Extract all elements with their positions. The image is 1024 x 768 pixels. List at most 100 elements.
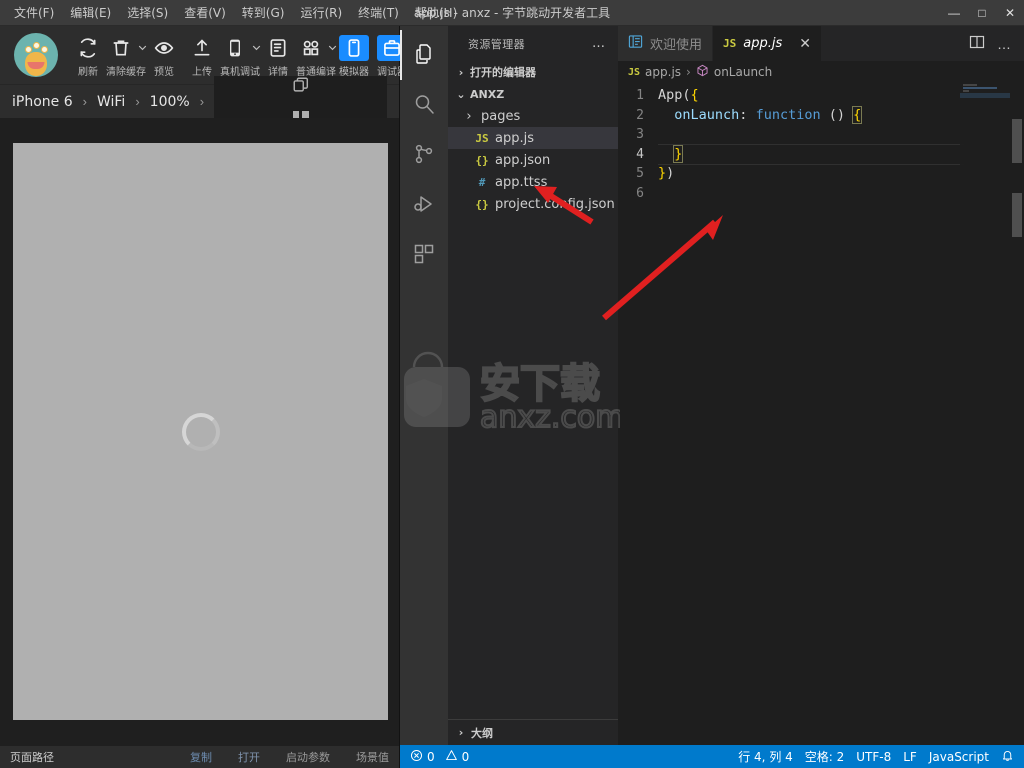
toolbar-upload-button[interactable]: 上传 bbox=[184, 31, 220, 79]
menu-goto[interactable]: 转到(G) bbox=[234, 1, 293, 24]
activitybar-explorer[interactable] bbox=[400, 30, 448, 80]
line-text: } bbox=[673, 144, 684, 163]
tree-item-label: pages bbox=[481, 108, 521, 124]
tree-item-project-config[interactable]: {} project.config.json bbox=[448, 193, 618, 215]
js-file-icon: JS bbox=[475, 131, 489, 145]
breadcrumb-symbol[interactable]: onLaunch bbox=[714, 65, 772, 79]
toolbar-compile-button[interactable]: 普通编译 bbox=[296, 31, 336, 79]
editor-pane: 资源管理器 … › 打开的编辑器 ⌄ ANXZ › pages JS app.j… bbox=[400, 26, 1024, 768]
chevron-right-icon: › bbox=[458, 726, 464, 739]
details-icon bbox=[268, 38, 288, 58]
menu-select[interactable]: 选择(S) bbox=[119, 1, 176, 24]
line-number: 3 bbox=[636, 127, 644, 142]
menu-help[interactable]: 帮助(H) bbox=[407, 1, 465, 24]
menu-view[interactable]: 查看(V) bbox=[176, 1, 234, 24]
launch-params-button[interactable]: 启动参数 bbox=[286, 749, 330, 765]
multi-window-icon[interactable] bbox=[292, 76, 310, 97]
toolbar-clear-cache-button[interactable]: 清除缓存 bbox=[106, 31, 146, 79]
tree-item-pages[interactable]: › pages bbox=[448, 105, 618, 127]
editor-container: 欢迎使用 JS app.js ✕ … JS app.js › onLaunch … bbox=[618, 26, 1024, 745]
vscode-row: 资源管理器 … › 打开的编辑器 ⌄ ANXZ › pages JS app.j… bbox=[400, 26, 1024, 745]
page-path-copy-button[interactable]: 复制 bbox=[190, 749, 212, 765]
toolbar-simulator-toggle[interactable]: 模拟器 bbox=[336, 31, 372, 79]
menu-run[interactable]: 运行(R) bbox=[292, 1, 350, 24]
line-number: 6 bbox=[636, 185, 644, 201]
outline-label: 大纲 bbox=[471, 726, 493, 740]
status-eol[interactable]: LF bbox=[899, 745, 921, 768]
chevron-right-icon: › bbox=[82, 94, 87, 109]
bell-icon bbox=[1001, 749, 1014, 765]
scene-value-button[interactable]: 场景值 bbox=[356, 749, 389, 765]
warning-icon bbox=[445, 749, 458, 765]
error-count: 0 bbox=[427, 749, 435, 764]
minimize-button[interactable]: — bbox=[940, 0, 968, 26]
project-root-section[interactable]: ⌄ ANXZ bbox=[448, 83, 618, 105]
status-language-mode[interactable]: JavaScript bbox=[925, 745, 993, 768]
split-editor-icon[interactable] bbox=[969, 34, 985, 53]
toolbar-preview-label: 预览 bbox=[154, 67, 174, 78]
activitybar-run-debug[interactable] bbox=[400, 180, 448, 230]
activitybar-extensions[interactable] bbox=[400, 230, 448, 280]
toolbar-upload-label: 上传 bbox=[192, 67, 212, 78]
editor-more-icon[interactable]: … bbox=[997, 36, 1012, 52]
breadcrumb-file[interactable]: app.js bbox=[645, 65, 681, 79]
menu-edit[interactable]: 编辑(E) bbox=[62, 1, 119, 24]
tree-item-app-ttss[interactable]: # app.ttss bbox=[448, 171, 618, 193]
editor-actions: … bbox=[957, 26, 1024, 61]
toolbar-refresh-label: 刷新 bbox=[78, 67, 98, 78]
editor-scrollbar[interactable] bbox=[1010, 83, 1024, 745]
toolbar-clear-cache-label: 清除缓存 bbox=[106, 67, 146, 78]
menu-bar: 文件(F) 编辑(E) 选择(S) 查看(V) 转到(G) 运行(R) 终端(T… bbox=[0, 1, 465, 24]
user-avatar[interactable] bbox=[14, 33, 58, 77]
minimap[interactable] bbox=[960, 83, 1010, 745]
open-editors-section[interactable]: › 打开的编辑器 bbox=[448, 61, 618, 83]
maximize-button[interactable]: □ bbox=[968, 0, 996, 26]
status-problems[interactable]: 0 0 bbox=[406, 745, 473, 768]
toolbar-device-debug-button[interactable]: 真机调试 bbox=[220, 31, 260, 79]
chevron-down-icon: ⌄ bbox=[456, 87, 466, 101]
tree-item-app-js[interactable]: JS app.js bbox=[448, 127, 618, 149]
menu-file[interactable]: 文件(F) bbox=[6, 1, 62, 24]
tree-item-app-json[interactable]: {} app.json bbox=[448, 149, 618, 171]
chevron-right-icon: › bbox=[466, 108, 472, 124]
status-indentation[interactable]: 空格: 2 bbox=[801, 745, 849, 768]
status-encoding[interactable]: UTF-8 bbox=[852, 745, 895, 768]
simulator-stage bbox=[0, 118, 399, 746]
activitybar-search[interactable] bbox=[400, 80, 448, 130]
phone-screen[interactable] bbox=[13, 143, 388, 720]
line-text: App({ bbox=[658, 87, 699, 103]
toolbar-details-button[interactable]: 详情 bbox=[260, 31, 296, 79]
zoom-selector[interactable]: 100% bbox=[150, 94, 190, 110]
outline-section[interactable]: › 大纲 bbox=[448, 719, 618, 745]
run-debug-icon bbox=[412, 192, 436, 219]
phone-icon bbox=[225, 38, 245, 58]
welcome-icon bbox=[628, 34, 643, 53]
activitybar-source-control[interactable] bbox=[400, 130, 448, 180]
activity-bar bbox=[400, 26, 448, 745]
project-root-label: ANXZ bbox=[470, 87, 505, 101]
tab-welcome[interactable]: 欢迎使用 bbox=[618, 26, 714, 61]
tab-label: app.js bbox=[743, 36, 783, 51]
line-number: 2 bbox=[636, 107, 644, 123]
tab-close-icon[interactable]: ✕ bbox=[799, 37, 811, 51]
menu-terminal[interactable]: 终端(T) bbox=[350, 1, 407, 24]
line-number: 1 bbox=[636, 88, 644, 103]
page-path-open-button[interactable]: 打开 bbox=[238, 749, 260, 765]
upload-icon bbox=[192, 38, 212, 58]
network-selector[interactable]: WiFi bbox=[97, 94, 125, 110]
loading-spinner bbox=[181, 412, 220, 451]
close-button[interactable]: ✕ bbox=[996, 0, 1024, 26]
status-cursor-position[interactable]: 行 4, 列 4 bbox=[734, 745, 797, 768]
page-path-bar: 页面路径 复制 打开 启动参数 场景值 bbox=[0, 746, 399, 768]
device-selector[interactable]: iPhone 6 bbox=[12, 94, 73, 110]
status-notifications[interactable] bbox=[997, 745, 1018, 768]
window-controls: — □ ✕ bbox=[940, 0, 1024, 26]
tab-app-js[interactable]: JS app.js ✕ bbox=[713, 26, 822, 61]
toolbar-refresh-button[interactable]: 刷新 bbox=[70, 31, 106, 79]
error-icon bbox=[410, 749, 423, 765]
toolbar-preview-button[interactable]: 预览 bbox=[146, 31, 182, 79]
explorer-more-icon[interactable]: … bbox=[592, 36, 606, 51]
page-path-label: 页面路径 bbox=[10, 751, 54, 764]
code-editor[interactable]: 1 App({ 2 onLaunch: function () { 3 4} … bbox=[618, 83, 1024, 745]
line-number: 5 bbox=[636, 166, 644, 181]
